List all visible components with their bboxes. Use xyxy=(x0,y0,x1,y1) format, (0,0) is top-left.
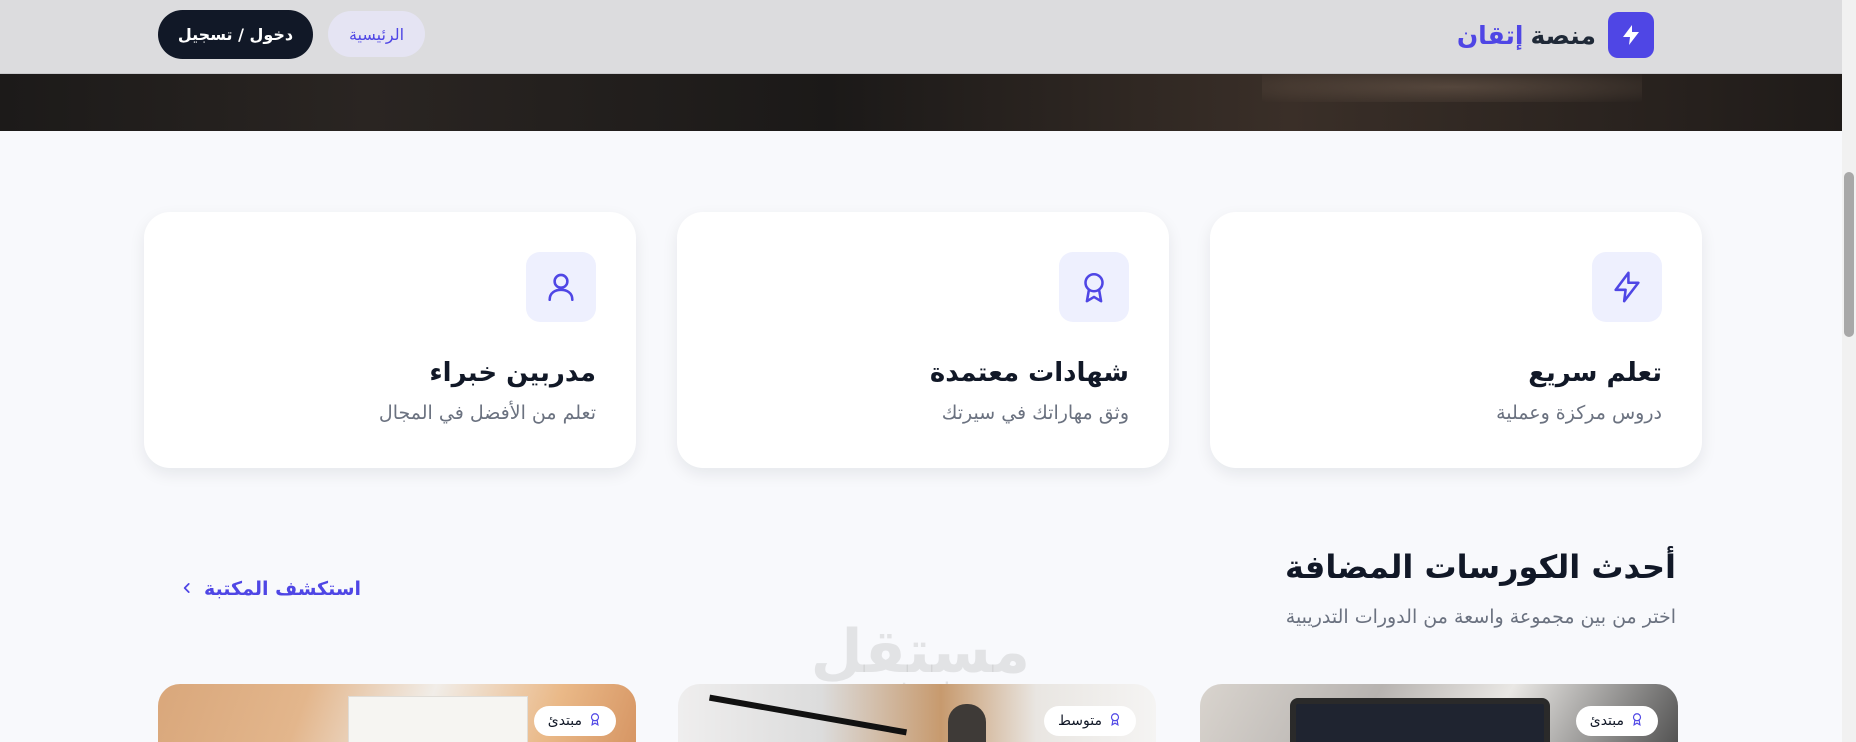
course-level-badge: متوسط xyxy=(1044,706,1136,736)
course-level-badge: مبتدئ xyxy=(1575,706,1658,736)
brand-name-accent: إتقان xyxy=(1456,20,1524,50)
login-register-button[interactable]: دخول / تسجيل xyxy=(158,10,313,59)
lightning-icon xyxy=(1592,252,1662,322)
feature-description: دروس مركزة وعملية xyxy=(1496,402,1662,424)
scrollbar[interactable] xyxy=(1842,0,1856,742)
feature-description: تعلم من الأفضل في المجال xyxy=(378,402,596,424)
course-card[interactable]: مبتدئ xyxy=(158,684,636,742)
course-level-label: متوسط xyxy=(1058,713,1102,729)
feature-card-expert-trainers: مدربين خبراء تعلم من الأفضل في المجال xyxy=(144,212,636,468)
award-icon xyxy=(1108,712,1122,730)
feature-title: تعلم سريع xyxy=(1528,358,1662,388)
feature-card-fast-learning: تعلم سريع دروس مركزة وعملية xyxy=(1210,212,1702,468)
user-icon xyxy=(526,252,596,322)
course-level-label: مبتدئ xyxy=(547,713,582,729)
brand-name-text: منصة xyxy=(1530,20,1596,50)
brand[interactable]: منصة إتقان xyxy=(1457,12,1654,58)
feature-title: شهادات معتمدة xyxy=(929,358,1129,388)
feature-title: مدربين خبراء xyxy=(429,358,596,388)
award-icon xyxy=(1059,252,1129,322)
courses-section-title: أحدث الكورسات المضافة xyxy=(1284,548,1676,586)
feature-description: وثق مهاراتك في سيرتك xyxy=(941,402,1129,424)
feature-card-certificates: شهادات معتمدة وثق مهاراتك في سيرتك xyxy=(677,212,1169,468)
course-level-label: مبتدئ xyxy=(1589,713,1624,729)
watermark-main: مستقل xyxy=(810,617,1030,687)
chevron-left-icon xyxy=(180,578,194,600)
course-card[interactable]: مبتدئ xyxy=(1200,684,1678,742)
top-navbar: منصة إتقان الرئيسية دخول / تسجيل xyxy=(0,0,1842,74)
course-thumbnail xyxy=(348,696,528,742)
brand-name: منصة إتقان xyxy=(1457,21,1596,50)
award-icon xyxy=(1630,712,1644,730)
nav-home-button[interactable]: الرئيسية xyxy=(328,11,425,57)
course-card[interactable]: متوسط xyxy=(678,684,1156,742)
explore-library-label: استكشف المكتبة xyxy=(204,578,362,600)
course-thumbnail xyxy=(708,694,908,736)
course-level-badge: مبتدئ xyxy=(533,706,616,736)
scrollbar-thumb[interactable] xyxy=(1844,172,1854,337)
lightning-icon xyxy=(1608,12,1654,58)
explore-library-link[interactable]: استكشف المكتبة xyxy=(180,578,361,600)
award-icon xyxy=(588,712,602,730)
course-thumbnail xyxy=(1290,698,1550,742)
course-thumbnail-lamp xyxy=(948,704,986,742)
courses-section-subtitle: اختر من بين مجموعة واسعة من الدورات التد… xyxy=(1285,606,1676,628)
